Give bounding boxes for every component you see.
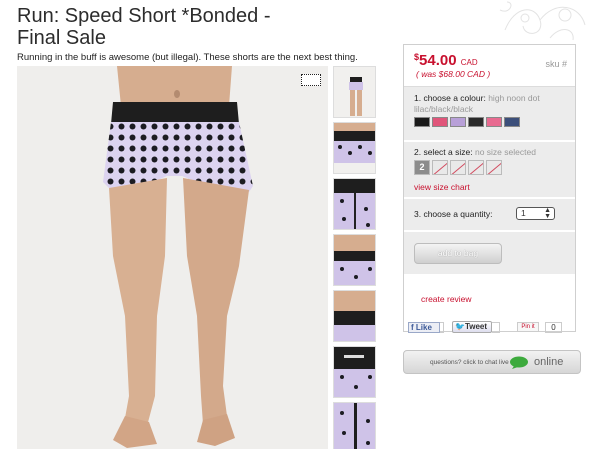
thumbnail-waistband-detail[interactable]: [333, 234, 376, 286]
sku-label: sku #: [545, 59, 567, 69]
stepper-arrows-icon: ▲ ▼: [544, 207, 551, 220]
size-status: no size selected: [474, 147, 536, 157]
tweet-count: [492, 321, 500, 333]
size-option-4-unavailable[interactable]: [432, 160, 448, 175]
thumbnail-pocket-detail[interactable]: [333, 290, 376, 342]
thumbnail-front-full[interactable]: [333, 66, 376, 118]
product-title: Run: Speed Short *Bonded - Final Sale: [17, 5, 271, 49]
zoom-toggle-icon[interactable]: [301, 74, 321, 86]
social-share-bar: f Like 🐦Tweet Pin it 0: [408, 321, 562, 333]
colour-swatches: [414, 117, 520, 127]
add-to-bag-button[interactable]: add to bag: [414, 243, 502, 264]
facebook-like-button[interactable]: f Like: [408, 321, 440, 333]
size-section: 2. select a size: no size selected 2 vie…: [404, 142, 575, 198]
quantity-label: 3. choose a quantity:: [414, 209, 493, 219]
size-label: 2. select a size:: [414, 147, 473, 157]
pin-count: 0: [545, 321, 562, 333]
price-box: $54.00 CAD ( was $68.00 CAD ) sku #: [404, 45, 575, 87]
size-option-2[interactable]: 2: [414, 160, 430, 175]
colour-swatch[interactable]: [468, 117, 484, 127]
facebook-like-count: [440, 321, 444, 333]
pinterest-pin-button[interactable]: Pin it: [517, 322, 539, 332]
size-option-6-unavailable[interactable]: [450, 160, 466, 175]
quantity-section: 3. choose a quantity: 1 ▲ ▼: [404, 199, 575, 231]
chat-status: online: [534, 356, 564, 368]
thumbnail-front-close[interactable]: [333, 122, 376, 174]
colour-swatch[interactable]: [504, 117, 520, 127]
current-price: $54.00 CAD: [414, 52, 478, 69]
chat-bubble-icon: [510, 356, 528, 369]
colour-swatch[interactable]: [432, 117, 448, 127]
decorative-swirl-graphic: [499, 1, 586, 41]
chat-prompt: questions? click to chat live: [430, 359, 509, 366]
colour-swatch[interactable]: [414, 117, 430, 127]
thumbnail-back-zip[interactable]: [333, 402, 376, 449]
colour-section: 1. choose a colour: high noon dot lilac/…: [404, 87, 575, 141]
add-to-bag-section: add to bag: [404, 232, 575, 275]
size-option-10-unavailable[interactable]: [486, 160, 502, 175]
view-size-chart-link[interactable]: view size chart: [414, 182, 470, 192]
size-option-8-unavailable[interactable]: [468, 160, 484, 175]
colour-swatch[interactable]: [450, 117, 466, 127]
original-price: ( was $68.00 CAD ): [416, 69, 491, 79]
live-chat-button[interactable]: questions? click to chat live online: [403, 350, 581, 374]
thumbnail-inner-pocket[interactable]: [333, 346, 376, 398]
product-tagline: Running in the buff is awesome (but ille…: [17, 52, 358, 63]
quantity-select[interactable]: 1 ▲ ▼: [516, 207, 555, 220]
main-product-image[interactable]: [17, 66, 328, 449]
purchase-panel: $54.00 CAD ( was $68.00 CAD ) sku # 1. c…: [403, 44, 576, 333]
colour-label: 1. choose a colour:: [414, 93, 486, 103]
colour-swatch[interactable]: [486, 117, 502, 127]
twitter-tweet-button[interactable]: 🐦Tweet: [452, 321, 492, 333]
model-in-shorts-illustration: [103, 66, 253, 448]
size-options: 2: [414, 160, 502, 175]
create-review-link[interactable]: create review: [421, 294, 472, 304]
thumbnail-side-zip[interactable]: [333, 178, 376, 230]
